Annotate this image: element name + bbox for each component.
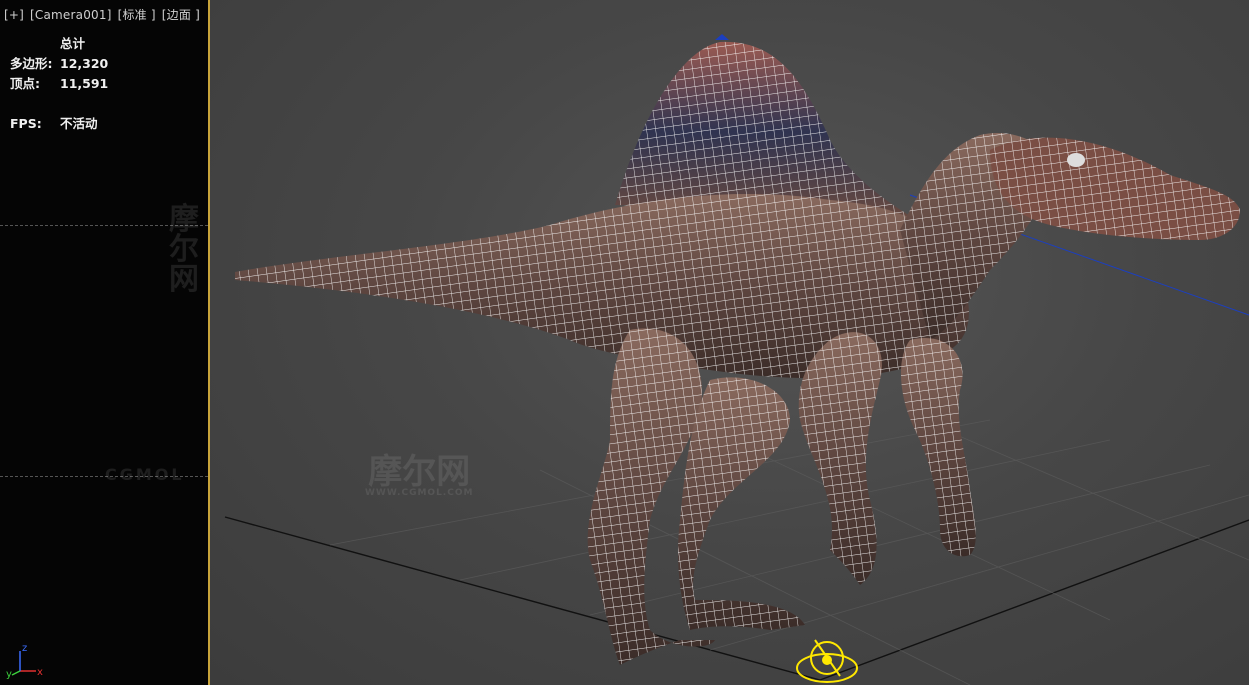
watermark-text: 摩尔网 bbox=[368, 452, 471, 492]
stats-polys-label: 多边形: bbox=[10, 56, 53, 71]
stats-fps-row: FPS: 不活动 bbox=[10, 114, 108, 134]
axis-x-label: x bbox=[37, 667, 43, 678]
viewport-label-bar: [+] [Camera001] [标准 ] [边面 ] bbox=[4, 6, 206, 23]
viewport-camera-menu[interactable]: [Camera001] bbox=[30, 8, 112, 22]
stats-verts-row: 顶点: 11,591 bbox=[10, 74, 108, 94]
axis-tripod-icon: x z y bbox=[6, 639, 46, 679]
scene-canvas[interactable] bbox=[210, 0, 1249, 685]
axis-z-label: z bbox=[22, 643, 27, 654]
ground-grid bbox=[224, 516, 1249, 681]
eye bbox=[1067, 153, 1085, 167]
viewport-edges-menu[interactable]: [边面 ] bbox=[162, 8, 200, 22]
stats-fps-label: FPS: bbox=[10, 116, 42, 131]
statistics-overlay: 总计 多边形: 12,320 顶点: 11,591 FPS: 不活动 bbox=[10, 34, 108, 134]
stats-fps-value: 不活动 bbox=[60, 116, 98, 131]
watermark-text: 摩尔网 bbox=[169, 202, 199, 297]
stats-header: 总计 bbox=[60, 36, 86, 51]
camera-target-marker[interactable] bbox=[715, 34, 729, 40]
axis-y-label: y bbox=[6, 669, 12, 679]
stats-verts-value: 11,591 bbox=[60, 76, 109, 91]
spinosaurus-wireframe-mesh[interactable] bbox=[235, 41, 1240, 665]
viewport-shading-menu[interactable]: [标准 ] bbox=[118, 8, 156, 22]
watermark-subtext: WWW.CGMOL.COM bbox=[365, 488, 474, 498]
watermark-text: CGMOL bbox=[105, 465, 185, 484]
stats-verts-label: 顶点: bbox=[10, 76, 40, 91]
stats-polys-row: 多边形: 12,320 bbox=[10, 54, 108, 74]
viewport-plus-menu[interactable]: [+] bbox=[4, 8, 24, 22]
left-viewport[interactable]: [+] [Camera001] [标准 ] [边面 ] 总计 多边形: 12,320 … bbox=[0, 0, 208, 685]
watermark-en: CGMOL bbox=[105, 467, 185, 483]
perspective-viewport[interactable]: 摩尔网 WWW.CGMOL.COM bbox=[210, 0, 1249, 685]
watermark-center: 摩尔网 WWW.CGMOL.COM bbox=[365, 455, 473, 498]
stats-polys-value: 12,320 bbox=[60, 56, 109, 71]
watermark-cn: 摩尔网 bbox=[160, 205, 208, 295]
